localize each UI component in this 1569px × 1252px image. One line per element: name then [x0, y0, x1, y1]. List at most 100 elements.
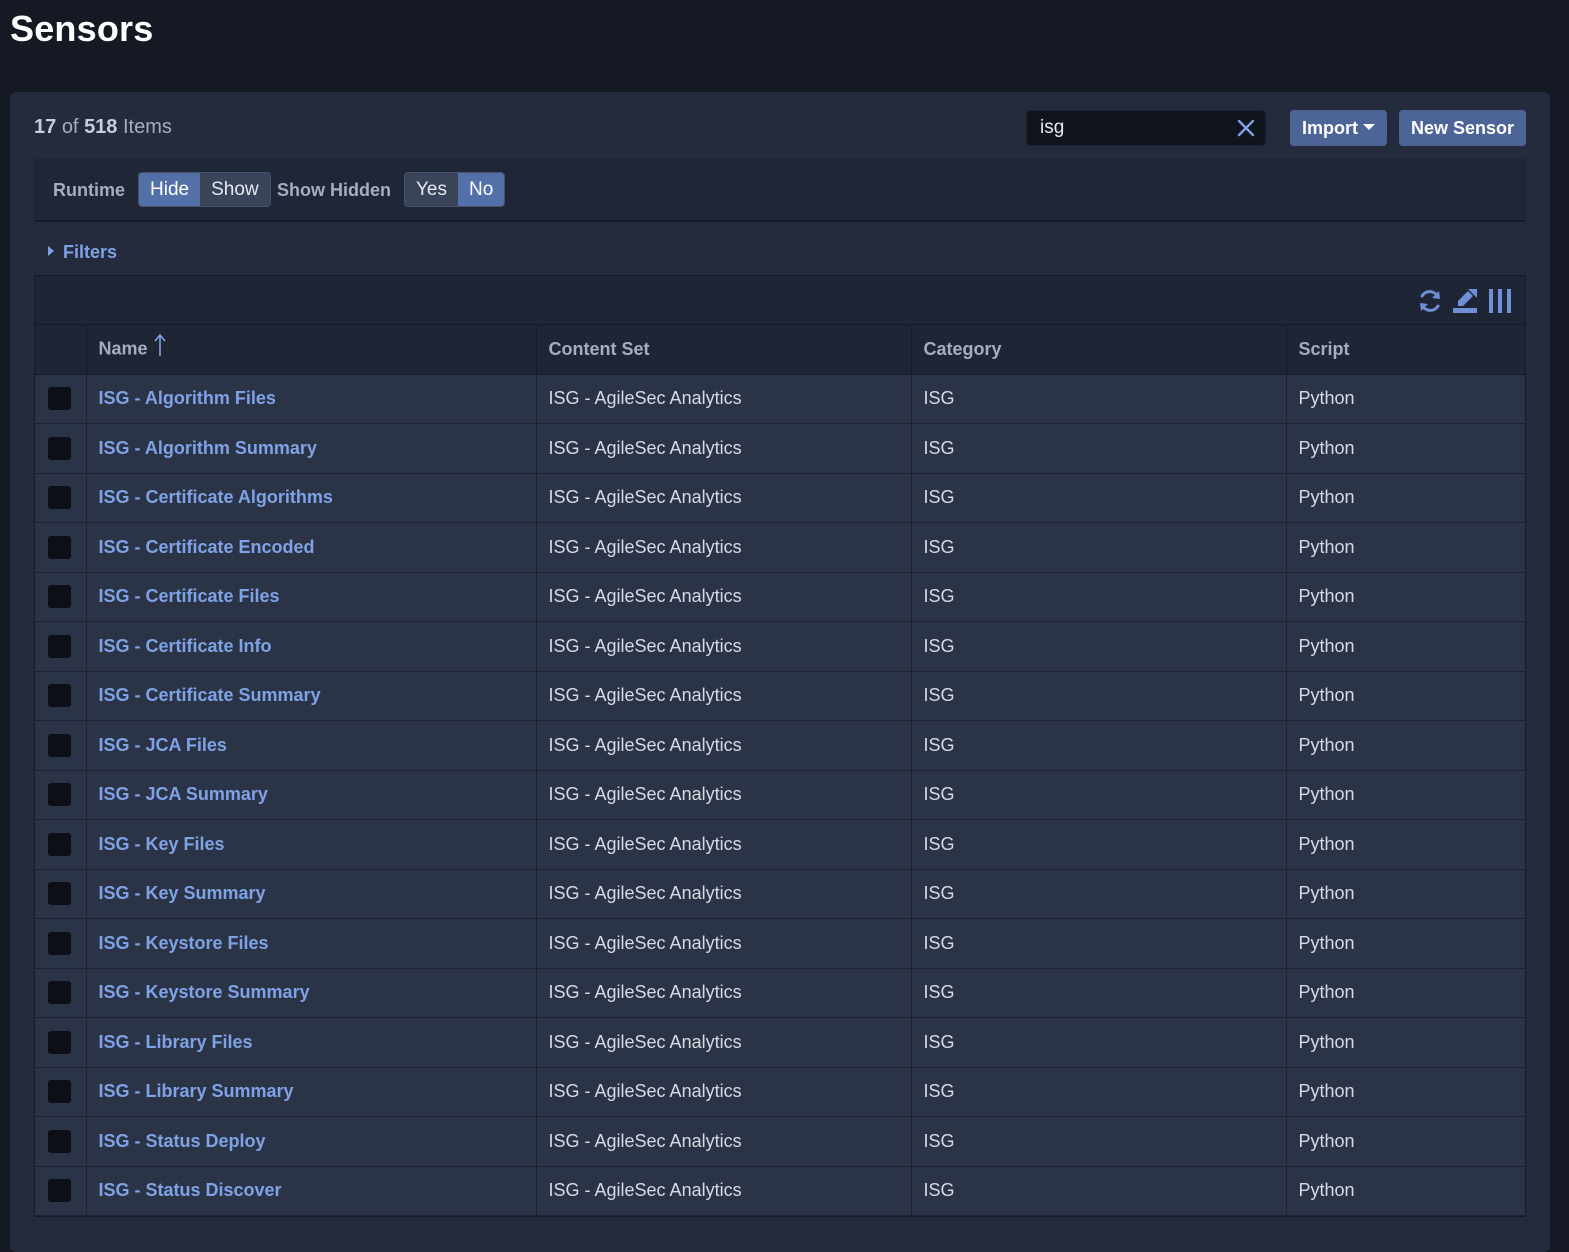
row-checkbox[interactable] [48, 585, 71, 609]
import-button-label: Import [1302, 118, 1358, 138]
row-select-cell [35, 819, 87, 870]
sensor-name-link[interactable]: ISG - Status Deploy [99, 1131, 266, 1151]
row-checkbox[interactable] [48, 931, 71, 955]
filters-label: Filters [63, 242, 118, 262]
clear-search-icon[interactable] [1235, 117, 1257, 139]
table-row: ISG - Certificate Algorithms ISG - AgileS… [35, 473, 1525, 523]
column-header-name-label: Name [98, 338, 148, 358]
row-checkbox[interactable] [48, 634, 71, 658]
page-title: Sensors [10, 8, 154, 49]
name-cell: ISG - Algorithm Files [86, 374, 537, 424]
search-input[interactable] [1027, 111, 1236, 145]
import-button[interactable]: Import [1290, 110, 1387, 146]
export-icon[interactable] [1452, 288, 1478, 314]
sensor-name-link[interactable]: ISG - Algorithm Summary [99, 438, 317, 458]
content-set-cell: ISG - AgileSec Analytics [536, 522, 912, 573]
runtime-show-option[interactable]: Show [200, 173, 270, 206]
name-cell: ISG - JCA Summary [86, 770, 537, 820]
row-checkbox[interactable] [48, 1080, 71, 1104]
row-select-cell [35, 1166, 87, 1216]
script-cell: Python [1286, 1166, 1525, 1216]
row-checkbox[interactable] [48, 1030, 71, 1054]
row-checkbox[interactable] [48, 684, 71, 708]
runtime-hide-option[interactable]: Hide [139, 173, 201, 206]
filters-bar: Filters [34, 226, 1526, 276]
column-header-category[interactable]: Category [911, 325, 1287, 375]
row-select-cell [35, 720, 87, 771]
script-cell: Python [1286, 918, 1525, 969]
search-box [1026, 110, 1266, 146]
sensor-name-link[interactable]: ISG - Library Files [99, 1032, 253, 1052]
name-cell: ISG - Library Summary [86, 1067, 537, 1117]
row-checkbox[interactable] [48, 981, 71, 1005]
show-hidden-no-option[interactable]: No [458, 173, 505, 206]
row-checkbox[interactable] [48, 1129, 71, 1153]
row-checkbox[interactable] [48, 436, 71, 460]
table-row: ISG - Key Summary ISG - AgileSec Analytic… [35, 869, 1525, 919]
row-checkbox[interactable] [48, 387, 71, 411]
content-set-cell: ISG - AgileSec Analytics [536, 869, 912, 919]
table-row: ISG - Keystore Files ISG - AgileSec Analy… [35, 918, 1525, 969]
script-cell: Python [1286, 522, 1525, 573]
name-cell: ISG - JCA Files [86, 720, 537, 771]
row-select-cell [35, 1017, 87, 1068]
name-cell: ISG - Algorithm Summary [86, 423, 537, 474]
sensor-name-link[interactable]: ISG - JCA Summary [99, 784, 268, 804]
sensor-name-link[interactable]: ISG - Status Discover [99, 1180, 282, 1200]
content-set-cell: ISG - AgileSec Analytics [536, 819, 912, 870]
content-set-cell: ISG - AgileSec Analytics [536, 1116, 912, 1167]
sensor-name-link[interactable]: ISG - Keystore Summary [99, 982, 310, 1002]
sensor-name-link[interactable]: ISG - Library Summary [99, 1081, 294, 1101]
content-set-cell: ISG - AgileSec Analytics [536, 671, 912, 721]
show-hidden-yes-option[interactable]: Yes [405, 173, 458, 206]
row-checkbox[interactable] [48, 733, 71, 757]
columns-icon[interactable] [1487, 288, 1513, 314]
row-checkbox[interactable] [48, 882, 71, 906]
script-cell: Python [1286, 671, 1525, 721]
sensor-name-link[interactable]: ISG - Keystore Files [99, 933, 269, 953]
script-cell: Python [1286, 1067, 1525, 1117]
row-select-cell [35, 770, 87, 820]
sensor-name-link[interactable]: ISG - Key Summary [99, 883, 266, 903]
sensor-name-link[interactable]: ISG - JCA Files [99, 735, 227, 755]
runtime-toggle: Hide Show [138, 172, 271, 207]
sensor-name-link[interactable]: ISG - Certificate Summary [99, 685, 321, 705]
row-checkbox[interactable] [48, 535, 71, 559]
sensor-name-link[interactable]: ISG - Key Files [99, 834, 225, 854]
of-text: of [61, 116, 79, 138]
sensor-name-link[interactable]: ISG - Certificate Algorithms [99, 487, 333, 507]
column-header-name[interactable]: Name [86, 325, 537, 375]
toggle-bar: Runtime Hide Show Show Hidden Yes No [34, 158, 1526, 222]
category-cell: ISG [911, 720, 1287, 771]
table-header-row: Name Content Set Category Script [35, 325, 1525, 375]
name-cell: ISG - Certificate Algorithms [86, 473, 537, 523]
row-select-cell [35, 522, 87, 573]
category-cell: ISG [911, 1017, 1287, 1068]
name-cell: ISG - Certificate Files [86, 572, 537, 622]
filters-toggle[interactable]: Filters [48, 242, 117, 263]
table-row: ISG - Certificate Summary ISG - AgileSec … [35, 671, 1525, 721]
new-sensor-button[interactable]: New Sensor [1399, 110, 1526, 146]
table-row: ISG - Status Discover ISG - AgileSec Anal… [35, 1166, 1525, 1216]
sensor-name-link[interactable]: ISG - Algorithm Files [99, 388, 276, 408]
table-row: ISG - Library Files ISG - AgileSec Analyt… [35, 1017, 1525, 1068]
sensor-name-link[interactable]: ISG - Certificate Encoded [99, 537, 315, 557]
row-select-cell [35, 572, 87, 622]
column-header-script[interactable]: Script [1286, 325, 1525, 375]
sensor-name-link[interactable]: ISG - Certificate Info [99, 636, 272, 656]
row-checkbox[interactable] [48, 832, 71, 856]
table-row: ISG - Certificate Files ISG - AgileSec An… [35, 572, 1525, 622]
column-header-content-set[interactable]: Content Set [536, 325, 912, 375]
script-cell: Python [1286, 968, 1525, 1018]
row-checkbox[interactable] [48, 783, 71, 807]
content-set-cell: ISG - AgileSec Analytics [536, 770, 912, 820]
script-cell: Python [1286, 1017, 1525, 1068]
table-row: ISG - Algorithm Files ISG - AgileSec Anal… [35, 374, 1525, 424]
category-cell: ISG [911, 423, 1287, 474]
items-text: Items [123, 116, 172, 138]
row-checkbox[interactable] [48, 486, 71, 510]
content-set-cell: ISG - AgileSec Analytics [536, 423, 912, 474]
refresh-icon[interactable] [1417, 288, 1443, 314]
row-checkbox[interactable] [48, 1179, 71, 1203]
sensor-name-link[interactable]: ISG - Certificate Files [99, 586, 280, 606]
